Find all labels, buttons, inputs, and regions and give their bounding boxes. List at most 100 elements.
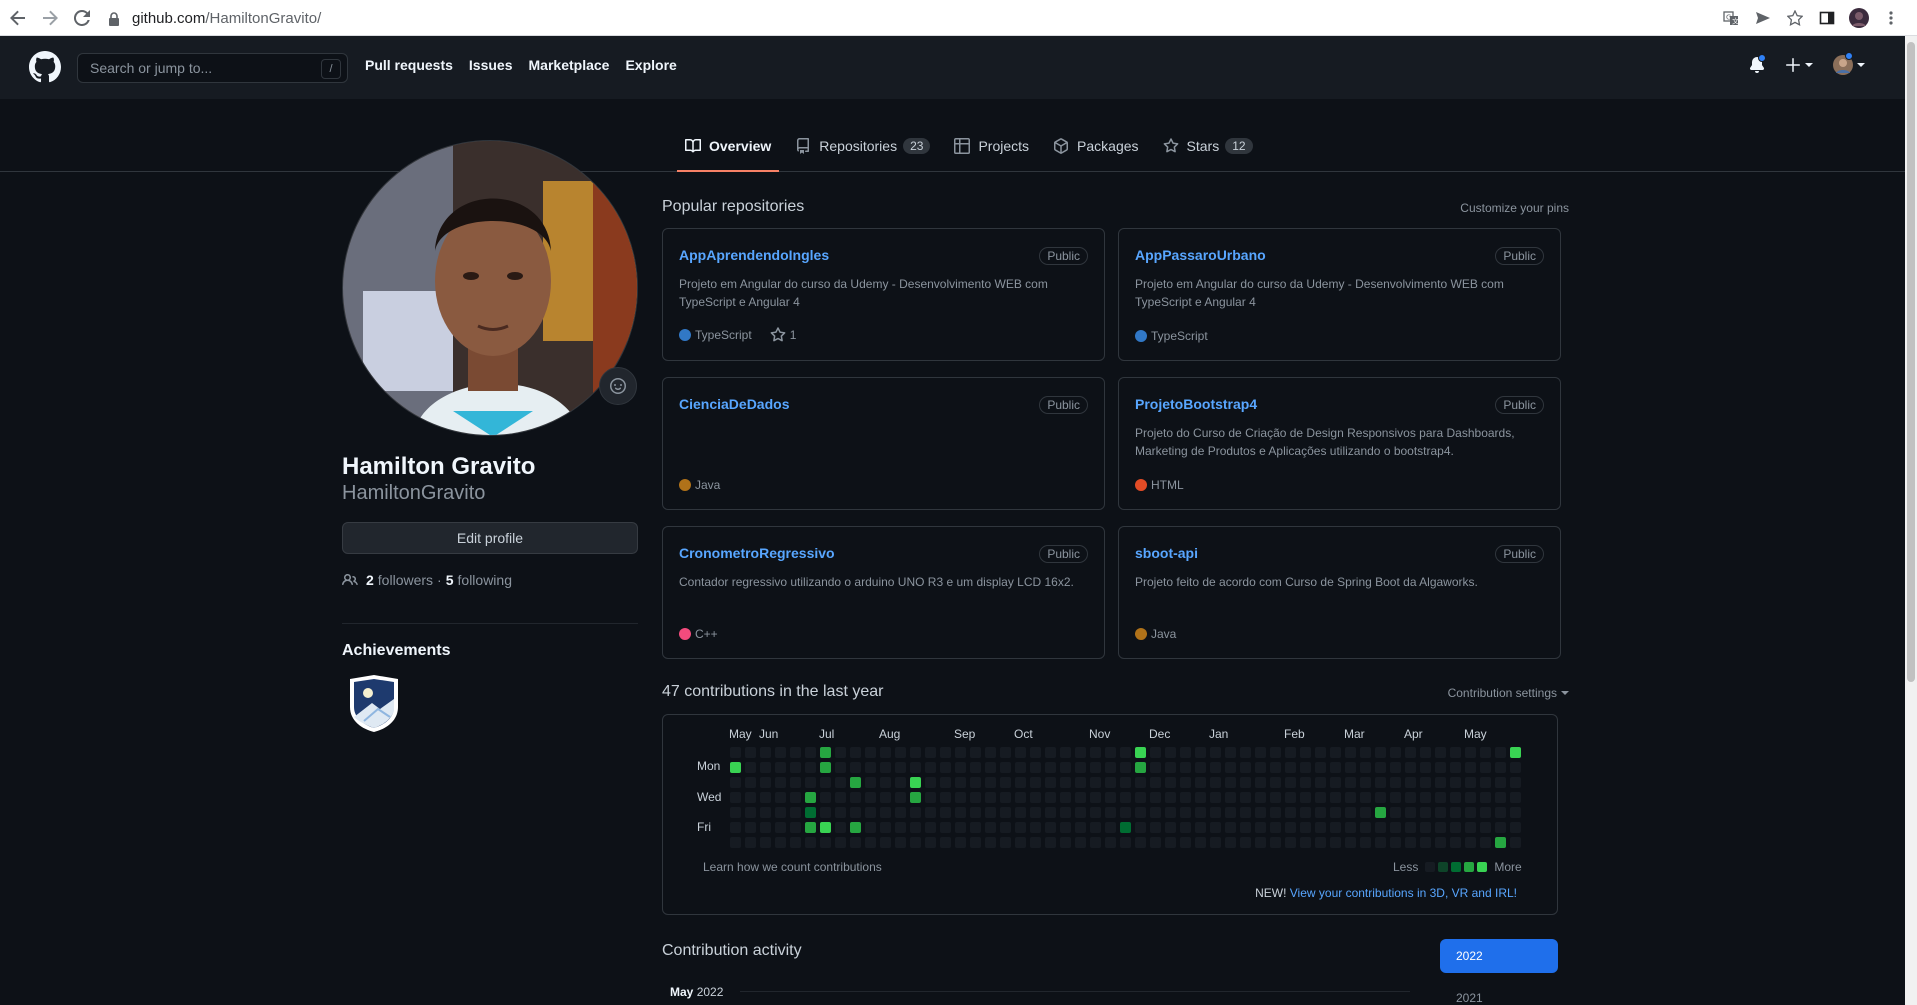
- contribution-day-cell[interactable]: [730, 777, 741, 788]
- contribution-day-cell[interactable]: [865, 792, 876, 803]
- contribution-day-cell[interactable]: [880, 747, 891, 758]
- contribution-day-cell[interactable]: [1015, 762, 1026, 773]
- contribution-day-cell[interactable]: [1195, 807, 1206, 818]
- create-new-dropdown[interactable]: [1785, 57, 1813, 73]
- contribution-day-cell[interactable]: [1360, 837, 1371, 848]
- year-2021-link[interactable]: 2021: [1456, 991, 1483, 1005]
- contribution-day-cell[interactable]: [1300, 747, 1311, 758]
- contribution-day-cell[interactable]: [775, 747, 786, 758]
- contribution-day-cell[interactable]: [1330, 747, 1341, 758]
- contribution-day-cell[interactable]: [1285, 822, 1296, 833]
- contribution-day-cell[interactable]: [1165, 762, 1176, 773]
- contribution-day-cell[interactable]: [1465, 762, 1476, 773]
- forward-arrow-icon[interactable]: [36, 4, 64, 32]
- nav-explore[interactable]: Explore: [625, 57, 676, 73]
- contribution-day-cell[interactable]: [1255, 747, 1266, 758]
- contribution-day-cell[interactable]: [880, 807, 891, 818]
- contribution-day-cell[interactable]: [895, 762, 906, 773]
- contribution-day-cell[interactable]: [850, 792, 861, 803]
- contribution-day-cell[interactable]: [1090, 837, 1101, 848]
- contribution-day-cell[interactable]: [775, 807, 786, 818]
- learn-contributions-link[interactable]: Learn how we count contributions: [703, 860, 882, 874]
- contribution-day-cell[interactable]: [790, 777, 801, 788]
- side-panel-icon[interactable]: [1815, 6, 1839, 30]
- contribution-day-cell[interactable]: [1375, 807, 1386, 818]
- contribution-day-cell[interactable]: [1150, 792, 1161, 803]
- contribution-day-cell[interactable]: [1225, 837, 1236, 848]
- contribution-day-cell[interactable]: [910, 747, 921, 758]
- contribution-day-cell[interactable]: [835, 822, 846, 833]
- contribution-day-cell[interactable]: [1435, 822, 1446, 833]
- contribution-day-cell[interactable]: [1195, 762, 1206, 773]
- contribution-day-cell[interactable]: [1120, 747, 1131, 758]
- contribution-day-cell[interactable]: [925, 762, 936, 773]
- contribution-day-cell[interactable]: [805, 777, 816, 788]
- contribution-day-cell[interactable]: [970, 807, 981, 818]
- contribution-day-cell[interactable]: [1210, 777, 1221, 788]
- contribution-day-cell[interactable]: [1435, 747, 1446, 758]
- contribution-day-cell[interactable]: [910, 807, 921, 818]
- contribution-day-cell[interactable]: [1240, 837, 1251, 848]
- contribution-day-cell[interactable]: [1435, 777, 1446, 788]
- contribution-day-cell[interactable]: [1075, 747, 1086, 758]
- tab-projects[interactable]: Projects: [946, 129, 1037, 162]
- contribution-day-cell[interactable]: [1225, 792, 1236, 803]
- contribution-day-cell[interactable]: [1450, 777, 1461, 788]
- contribution-day-cell[interactable]: [1495, 837, 1506, 848]
- contribution-day-cell[interactable]: [850, 747, 861, 758]
- contribution-day-cell[interactable]: [940, 792, 951, 803]
- contribution-day-cell[interactable]: [1450, 807, 1461, 818]
- contribution-settings-dropdown[interactable]: Contribution settings: [1448, 686, 1569, 700]
- contribution-day-cell[interactable]: [1405, 807, 1416, 818]
- tab-repositories[interactable]: Repositories 23: [787, 129, 938, 162]
- contribution-day-cell[interactable]: [1015, 777, 1026, 788]
- contribution-day-cell[interactable]: [985, 792, 996, 803]
- contribution-day-cell[interactable]: [1090, 807, 1101, 818]
- contribution-day-cell[interactable]: [1090, 777, 1101, 788]
- contribution-day-cell[interactable]: [1225, 822, 1236, 833]
- contribution-day-cell[interactable]: [1300, 807, 1311, 818]
- contribution-day-cell[interactable]: [1405, 747, 1416, 758]
- contribution-day-cell[interactable]: [1180, 837, 1191, 848]
- contribution-day-cell[interactable]: [1225, 777, 1236, 788]
- translate-icon[interactable]: G文: [1719, 6, 1743, 30]
- contribution-day-cell[interactable]: [1150, 822, 1161, 833]
- contribution-day-cell[interactable]: [910, 762, 921, 773]
- contribution-day-cell[interactable]: [1105, 762, 1116, 773]
- contribution-day-cell[interactable]: [955, 747, 966, 758]
- contribution-day-cell[interactable]: [1195, 747, 1206, 758]
- contribution-day-cell[interactable]: [1210, 807, 1221, 818]
- contribution-day-cell[interactable]: [1210, 762, 1221, 773]
- contribution-day-cell[interactable]: [1330, 837, 1341, 848]
- contribution-day-cell[interactable]: [1270, 777, 1281, 788]
- contribution-day-cell[interactable]: [1105, 777, 1116, 788]
- contribution-day-cell[interactable]: [1330, 807, 1341, 818]
- contribution-day-cell[interactable]: [925, 792, 936, 803]
- contribution-day-cell[interactable]: [895, 777, 906, 788]
- contribution-day-cell[interactable]: [925, 822, 936, 833]
- contribution-day-cell[interactable]: [955, 792, 966, 803]
- contribution-day-cell[interactable]: [1045, 762, 1056, 773]
- contribution-day-cell[interactable]: [1465, 777, 1476, 788]
- contribution-day-cell[interactable]: [955, 777, 966, 788]
- customize-pins-link[interactable]: Customize your pins: [1460, 201, 1569, 215]
- contribution-day-cell[interactable]: [1210, 837, 1221, 848]
- contribution-day-cell[interactable]: [790, 837, 801, 848]
- contribution-day-cell[interactable]: [1315, 792, 1326, 803]
- contribution-day-cell[interactable]: [1510, 747, 1521, 758]
- contribution-day-cell[interactable]: [730, 822, 741, 833]
- contribution-day-cell[interactable]: [1465, 807, 1476, 818]
- contribution-day-cell[interactable]: [1330, 777, 1341, 788]
- contribution-day-cell[interactable]: [895, 822, 906, 833]
- repo-name-link[interactable]: ProjetoBootstrap4: [1135, 396, 1257, 412]
- contribution-day-cell[interactable]: [1315, 762, 1326, 773]
- tab-stars[interactable]: Stars 12: [1155, 129, 1261, 162]
- contribution-day-cell[interactable]: [1060, 792, 1071, 803]
- contribution-day-cell[interactable]: [865, 777, 876, 788]
- contribution-day-cell[interactable]: [1075, 837, 1086, 848]
- contribution-day-cell[interactable]: [1195, 792, 1206, 803]
- tab-overview[interactable]: Overview: [677, 129, 780, 172]
- repo-name-link[interactable]: CienciaDeDados: [679, 396, 789, 412]
- contribution-day-cell[interactable]: [745, 762, 756, 773]
- contribution-day-cell[interactable]: [1270, 837, 1281, 848]
